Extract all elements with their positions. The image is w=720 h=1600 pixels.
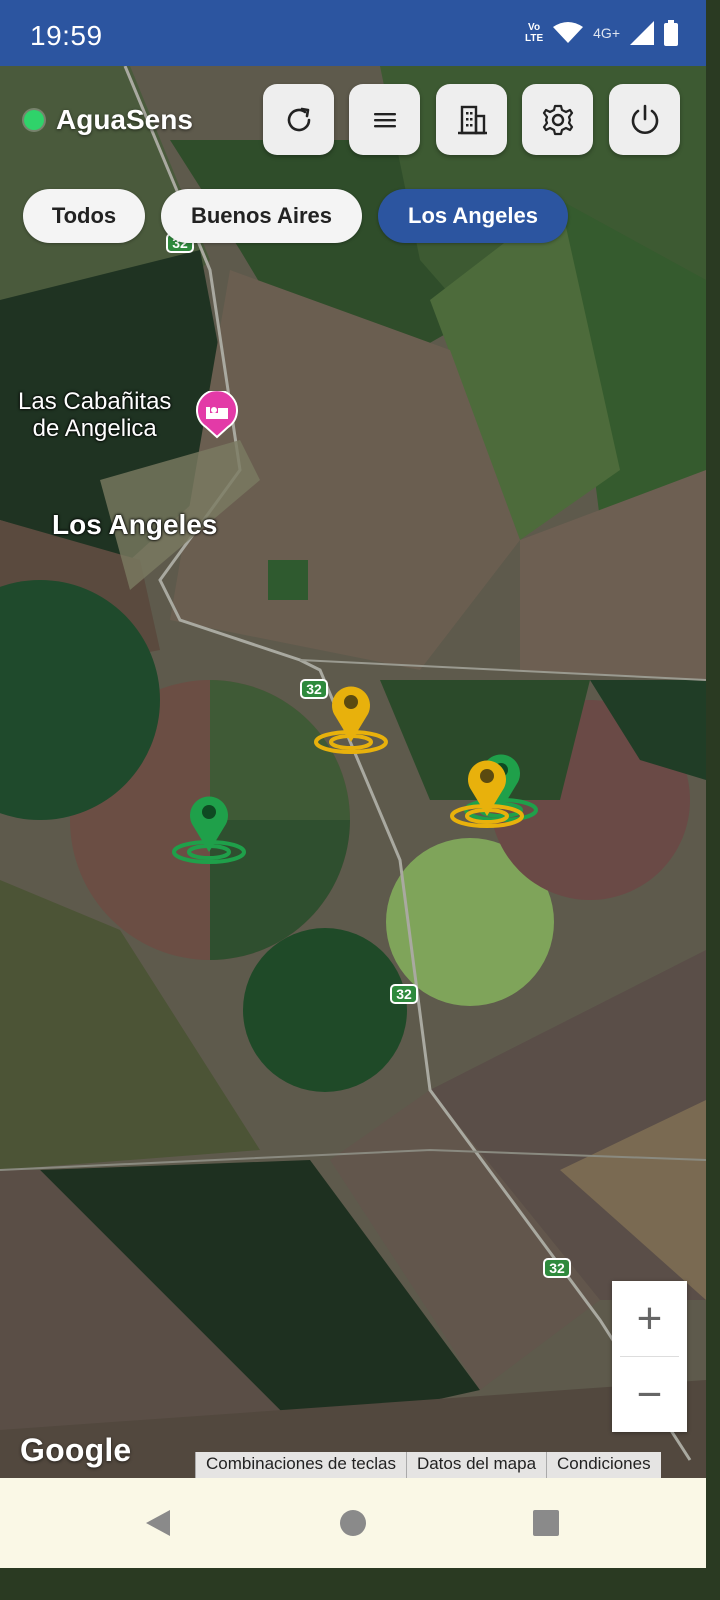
power-icon	[631, 104, 658, 134]
lodging-pin-icon[interactable]	[194, 389, 240, 444]
battery-icon	[664, 20, 678, 46]
zoom-out-button[interactable]: −	[612, 1357, 687, 1432]
map-view[interactable]: 32 32 32 32 Las Cabañitas de Angelica Lo…	[0, 66, 706, 1478]
refresh-icon	[287, 107, 310, 131]
route-shield: 32	[543, 1258, 571, 1278]
status-bar: 19:59 Vo LTE 4G+	[0, 0, 706, 66]
network-type: 4G+	[593, 25, 620, 41]
app-title: AguaSens	[56, 104, 193, 135]
map-data-link[interactable]: Datos del mapa	[405, 1452, 547, 1478]
place-label-town[interactable]: Los Angeles	[52, 511, 217, 539]
power-button[interactable]	[609, 84, 680, 155]
app-header: AguaSens	[24, 104, 193, 136]
building-icon	[457, 105, 487, 134]
status-icons: Vo LTE 4G+	[525, 20, 678, 46]
sensor-marker-warning[interactable]	[448, 752, 526, 837]
status-time: 19:59	[30, 20, 103, 51]
menu-button[interactable]	[349, 84, 420, 155]
settings-button[interactable]	[522, 84, 593, 155]
map-attribution: Combinaciones de teclas Datos del mapa C…	[195, 1452, 661, 1478]
system-nav-bar	[0, 1478, 706, 1568]
zoom-control: + −	[612, 1281, 687, 1432]
keyboard-shortcuts-link[interactable]: Combinaciones de teclas	[195, 1452, 406, 1478]
route-shield: 32	[390, 984, 418, 1004]
connection-status-dot	[24, 110, 44, 130]
filter-chip-buenos-aires[interactable]: Buenos Aires	[161, 189, 362, 243]
building-button[interactable]	[436, 84, 507, 155]
back-icon[interactable]	[144, 1508, 172, 1538]
volte-bottom: LTE	[524, 33, 544, 44]
sensor-marker-ok[interactable]	[170, 788, 248, 873]
volte-top: Vo	[528, 22, 541, 33]
filter-chip-todos[interactable]: Todos	[23, 189, 145, 243]
gear-icon	[542, 104, 573, 135]
signal-icon	[630, 21, 654, 45]
terms-link[interactable]: Condiciones	[546, 1452, 661, 1478]
filter-chip-los-angeles[interactable]: Los Angeles	[378, 189, 568, 243]
recents-icon[interactable]	[532, 1509, 560, 1537]
refresh-button[interactable]	[263, 84, 334, 155]
menu-icon	[373, 112, 396, 127]
google-logo: Google	[20, 1432, 132, 1468]
zoom-in-button[interactable]: +	[612, 1281, 687, 1356]
sensor-marker-warning[interactable]	[312, 678, 390, 763]
volte-indicator: Vo LTE	[525, 22, 543, 44]
satellite-imagery	[0, 66, 706, 1478]
wifi-icon	[553, 22, 584, 43]
home-icon[interactable]	[339, 1509, 367, 1537]
place-label-lodging[interactable]: Las Cabañitas de Angelica	[18, 388, 171, 442]
